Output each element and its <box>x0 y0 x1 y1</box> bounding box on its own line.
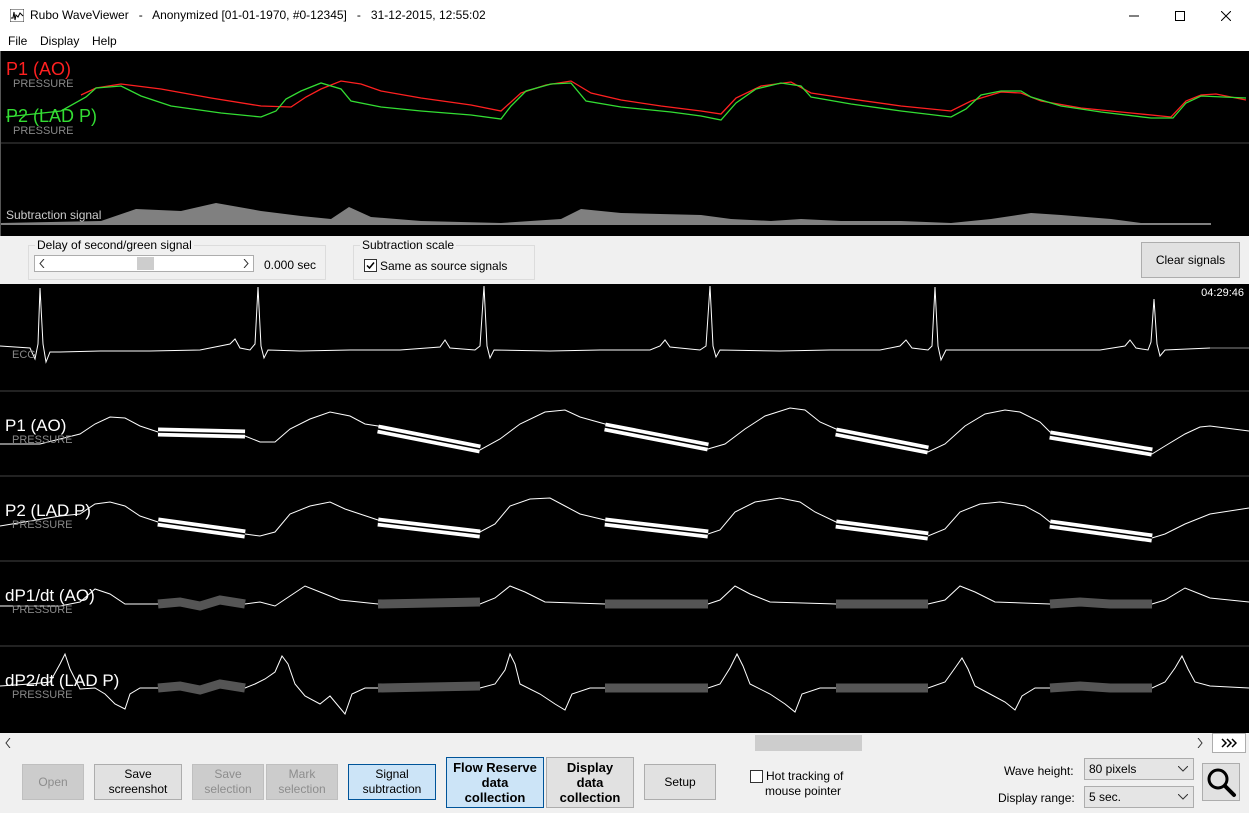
mark-selection-line2: selection <box>278 782 326 796</box>
wave-height-label: Wave height: <box>1004 764 1074 778</box>
delay-value: 0.000 sec <box>264 258 317 272</box>
save-selection-line2: selection <box>204 782 252 796</box>
save-screenshot-line1: Save <box>124 767 152 781</box>
flow-reserve-line3: collection <box>464 790 526 805</box>
display-range-value: 5 sec. <box>1089 790 1122 804</box>
channel-p1-sub: PRESSURE <box>12 434 73 446</box>
mark-selection-line1: Mark <box>288 767 316 781</box>
scroll-right-icon[interactable] <box>1196 738 1204 748</box>
hot-tracking-checkbox[interactable] <box>750 770 763 783</box>
hot-tracking-label: Hot tracking of mouse pointer <box>765 769 844 799</box>
p2-overlay-label: P2 (LAD P) <box>6 106 98 126</box>
scroll-right-icon <box>243 259 249 268</box>
title-bar: Rubo WaveViewer - Anonymized [01-01-1970… <box>0 0 1249 31</box>
channel-dp1-sub: PRESSURE <box>12 604 73 616</box>
checkmark-icon <box>366 262 375 270</box>
close-button[interactable] <box>1203 0 1249 31</box>
p2-highlight-segments <box>157 517 1153 543</box>
bottom-toolbar: Open Save screenshot Save selection Mark… <box>0 753 1249 813</box>
p1-highlight-segments <box>157 422 1153 457</box>
same-as-source-label: Same as source signals <box>380 259 508 273</box>
maximize-icon <box>1175 10 1185 21</box>
menu-file[interactable]: File <box>8 34 27 48</box>
time-scrollbar[interactable] <box>0 733 1249 753</box>
signal-subtraction-line2: subtraction <box>362 782 422 796</box>
save-selection-button[interactable]: Save selection <box>192 764 264 800</box>
app-icon <box>10 9 24 22</box>
hot-tracking-line1: Hot tracking of <box>766 769 844 783</box>
hot-tracking-line2: mouse pointer <box>765 784 842 798</box>
main-scope[interactable]: 04:29:46 ECG P1 (AO) PRESSURE P2 (LAD P)… <box>0 284 1249 733</box>
signal-subtraction-button[interactable]: Signal subtraction <box>348 764 436 800</box>
save-selection-line1: Save <box>214 767 242 781</box>
wave-height-select[interactable]: 80 pixels <box>1084 758 1194 780</box>
delay-group: Delay of second/green signal 0.000 sec <box>28 238 326 280</box>
chevron-down-icon <box>1178 766 1188 772</box>
control-strip: Delay of second/green signal 0.000 sec S… <box>0 236 1249 284</box>
delay-group-title: Delay of second/green signal <box>35 238 194 252</box>
subtraction-label: Subtraction signal <box>6 208 102 222</box>
channel-p2-sub: PRESSURE <box>12 519 73 531</box>
scroll-left-icon <box>39 259 45 268</box>
flow-reserve-button[interactable]: Flow Reserve data collection <box>446 757 544 808</box>
menu-help[interactable]: Help <box>92 34 117 48</box>
signal-subtraction-line1: Signal <box>375 767 409 781</box>
setup-button[interactable]: Setup <box>644 764 716 800</box>
channel-dp2-label: dP2/dt (LAD P) <box>5 671 120 690</box>
minimize-icon <box>1129 15 1139 16</box>
p1-overlay-label: P1 (AO) <box>6 59 72 79</box>
display-range-select[interactable]: 5 sec. <box>1084 786 1194 808</box>
dp1-highlight-segments <box>157 595 1152 611</box>
menu-display[interactable]: Display <box>40 34 79 48</box>
channel-p2-label: P2 (LAD P) <box>5 501 91 520</box>
window-title: Rubo WaveViewer - Anonymized [01-01-1970… <box>30 8 486 22</box>
p2-overlay-trace <box>5 82 1247 121</box>
main-waveforms <box>0 285 1249 715</box>
fast-forward-icon <box>1221 738 1237 748</box>
subtraction-area <box>1 203 1211 225</box>
display-data-line2: data <box>576 775 604 790</box>
menu-bar: File Display Help <box>0 31 1249 51</box>
clear-signals-button[interactable]: Clear signals <box>1141 242 1240 278</box>
maximize-button[interactable] <box>1157 0 1203 31</box>
display-data-line3: collection <box>559 790 621 805</box>
magnifier-icon <box>1207 768 1236 797</box>
display-range-label: Display range: <box>998 791 1075 805</box>
open-button[interactable]: Open <box>22 764 84 800</box>
minimize-button[interactable] <box>1111 0 1157 31</box>
dp2-highlight-segments <box>157 679 1152 695</box>
flow-reserve-line2: data <box>481 775 509 790</box>
save-screenshot-line2: screenshot <box>108 782 168 796</box>
p2-trace <box>0 497 1249 539</box>
channel-dp2-sub: PRESSURE <box>12 689 73 701</box>
scroll-left-icon[interactable] <box>4 738 12 748</box>
ecg-trace <box>0 285 1211 364</box>
channel-p1-label: P1 (AO) <box>5 416 67 435</box>
time-readout: 04:29:46 <box>1201 287 1244 299</box>
ecg-label: ECG <box>12 349 36 361</box>
channel-dp1-label: dP1/dt (AO) <box>5 586 95 605</box>
time-scrollbar-thumb[interactable] <box>755 735 862 751</box>
app-window: Rubo WaveViewer - Anonymized [01-01-1970… <box>0 0 1249 813</box>
subtraction-scale-title: Subtraction scale <box>360 238 457 252</box>
flow-reserve-line1: Flow Reserve <box>453 760 537 775</box>
overlay-waveforms <box>1 80 1249 225</box>
p1-overlay-sub: PRESSURE <box>13 78 74 90</box>
zoom-button[interactable] <box>1202 763 1240 801</box>
display-data-collection-button[interactable]: Display data collection <box>546 757 634 808</box>
p2-overlay-sub: PRESSURE <box>13 125 74 137</box>
overlay-scope[interactable]: P1 (AO) PRESSURE P2 (LAD P) PRESSURE Sub… <box>0 51 1249 236</box>
chevron-down-icon <box>1178 794 1188 800</box>
mark-selection-button[interactable]: Mark selection <box>266 764 338 800</box>
delay-slider[interactable] <box>34 255 254 272</box>
same-as-source-checkbox[interactable] <box>364 259 377 272</box>
close-icon <box>1221 10 1231 21</box>
wave-height-value: 80 pixels <box>1089 762 1137 776</box>
fast-forward-button[interactable] <box>1212 733 1246 753</box>
display-data-line1: Display <box>566 760 614 775</box>
subtraction-scale-group: Subtraction scale Same as source signals <box>353 238 535 280</box>
save-screenshot-button[interactable]: Save screenshot <box>94 764 182 800</box>
delay-slider-thumb[interactable] <box>137 257 154 270</box>
